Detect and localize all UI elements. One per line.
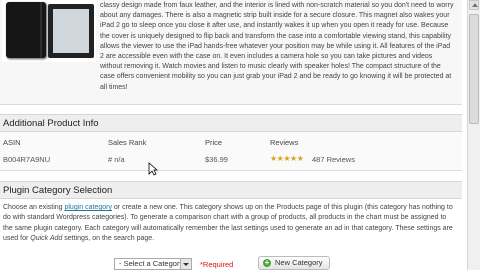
desc-text-3: settings, on the search page. <box>62 235 155 243</box>
category-select-value: - Select a Category - <box>119 259 188 268</box>
reviews-header: Reviews <box>270 138 299 147</box>
price-value: $36.99 <box>205 155 228 164</box>
new-category-button[interactable]: + New Category <box>258 256 330 270</box>
product-description-text: classy design made from faux leather, an… <box>100 2 454 91</box>
ipad-open-image <box>48 4 94 58</box>
category-select[interactable]: - Select a Category - <box>114 258 192 270</box>
plus-icon: + <box>263 258 271 267</box>
reviews-link[interactable]: 487 Reviews <box>312 155 355 164</box>
asin-value: B004R7A9NU <box>3 155 51 164</box>
scroll-up-icon[interactable] <box>469 0 479 10</box>
ipad-screen <box>53 9 89 53</box>
new-category-label: New Category <box>275 258 323 267</box>
additional-info-table: ASIN Sales Rank Price Reviews B004R7A9NU… <box>0 132 462 171</box>
plugin-category-title: Plugin Category Selection <box>0 181 462 199</box>
product-description-panel: classy design made from faux leather, an… <box>0 0 462 105</box>
vertical-scrollbar[interactable] <box>467 0 480 270</box>
asin-header: ASIN <box>3 138 21 147</box>
product-image <box>2 0 96 62</box>
quick-add-text: Quick Add <box>30 235 63 243</box>
star-rating-icon: ★★★★★ <box>270 154 304 163</box>
additional-info-title: Additional Product Info <box>0 114 462 132</box>
plugin-category-link[interactable]: plugin category <box>64 204 111 211</box>
sales-rank-value: # n/a <box>108 155 125 164</box>
plugin-category-description: Choose an existing plugin category or cr… <box>3 203 455 245</box>
scrollbar-thumb[interactable] <box>469 14 479 124</box>
ipad-case-image <box>6 2 46 58</box>
chevron-down-icon[interactable] <box>180 259 191 269</box>
mouse-cursor-icon <box>148 162 158 176</box>
page-frame: classy design made from faux leather, an… <box>0 0 468 270</box>
price-header: Price <box>205 138 223 147</box>
sales-rank-header: Sales Rank <box>108 138 147 147</box>
required-label: *Required <box>200 260 234 269</box>
desc-text-1: Choose an existing <box>3 204 65 211</box>
